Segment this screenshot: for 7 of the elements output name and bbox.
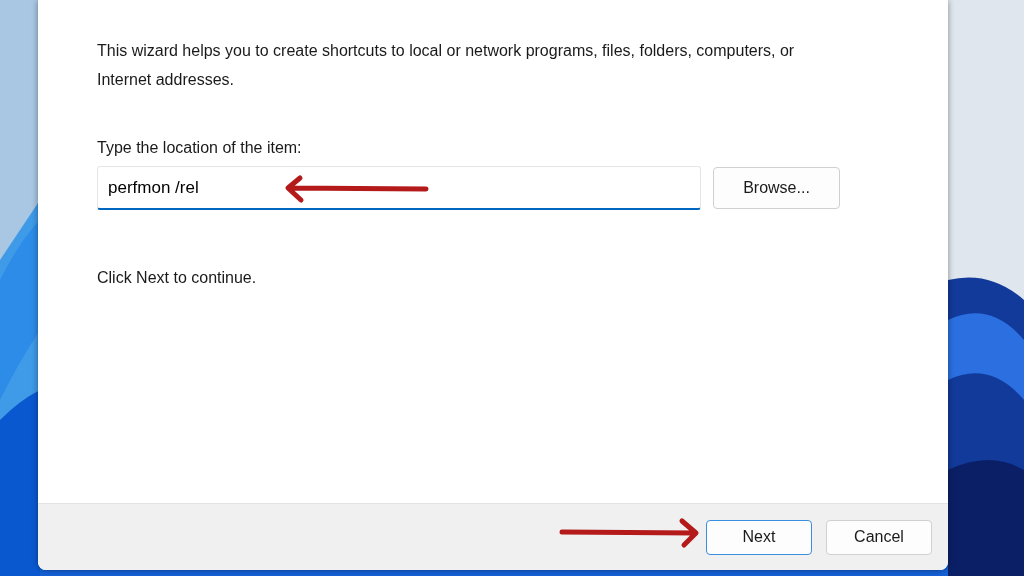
browse-button[interactable]: Browse... <box>713 167 840 209</box>
cancel-button[interactable]: Cancel <box>826 519 932 555</box>
field-label: Type the location of the item: <box>97 138 303 158</box>
hint-text: Click Next to continue. <box>97 268 258 288</box>
input-field[interactable]: perfmon /rel <box>97 166 701 210</box>
intro-text: This wizard helps you to create shortcuts to local or network programs, files, folders, computers, or Internet addresses. <box>97 41 796 90</box>
next-button[interactable]: Next <box>706 519 812 555</box>
